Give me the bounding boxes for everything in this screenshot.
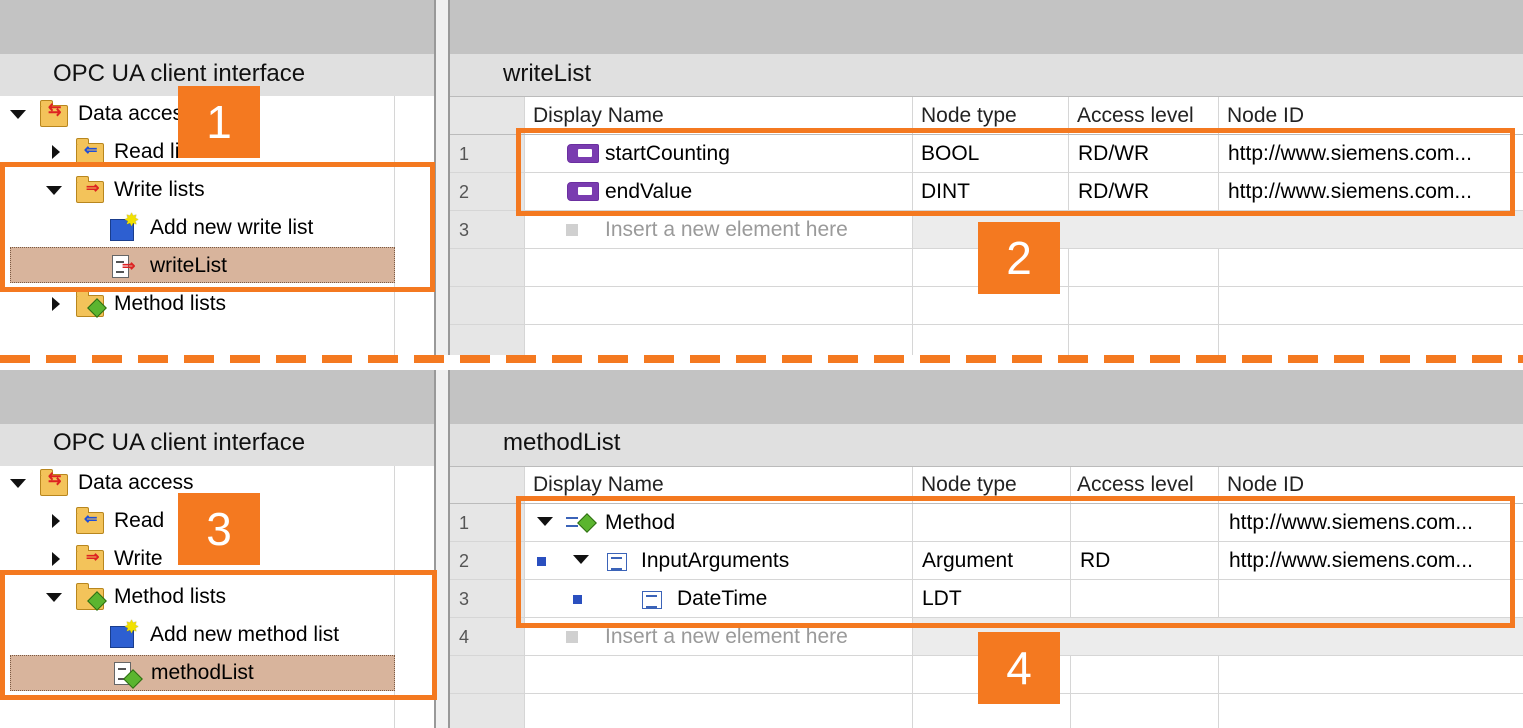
insert-element-placeholder[interactable]: Insert a new element here bbox=[605, 625, 848, 649]
bottom-left-panel-title: OPC UA client interface bbox=[53, 429, 306, 456]
top-right-panel-title: writeList bbox=[503, 60, 592, 87]
column-header-node-id[interactable]: Node ID bbox=[1227, 473, 1304, 497]
column-header-display-name[interactable]: Display Name bbox=[533, 104, 664, 128]
tree-item-label: Data access bbox=[78, 471, 194, 494]
row-number: 4 bbox=[459, 627, 470, 647]
column-header-node-type[interactable]: Node type bbox=[921, 473, 1017, 497]
row-number: 2 bbox=[459, 182, 470, 202]
bottom-right-panel-title: methodList bbox=[503, 429, 621, 456]
bottom-right-toolbar bbox=[450, 370, 1523, 424]
tree-item-label: Data access bbox=[78, 102, 194, 125]
column-header-display-name[interactable]: Display Name bbox=[533, 473, 664, 497]
table-header-line bbox=[450, 466, 1523, 467]
insert-element-icon bbox=[566, 224, 578, 236]
insert-element-icon bbox=[566, 631, 578, 643]
row-number: 1 bbox=[459, 513, 470, 533]
highlight-box-1 bbox=[0, 162, 435, 292]
top-right-toolbar bbox=[450, 0, 1523, 54]
highlight-box-3 bbox=[0, 570, 437, 700]
column-header-access-level[interactable]: Access level bbox=[1077, 104, 1194, 128]
highlight-box-2 bbox=[516, 128, 1515, 216]
callout-badge-3: 3 bbox=[178, 493, 260, 565]
row-number: 2 bbox=[459, 551, 470, 571]
tree-item-label: Read bbox=[114, 509, 165, 532]
top-left-toolbar bbox=[0, 0, 434, 54]
top-splitter[interactable] bbox=[434, 0, 450, 355]
row-number: 1 bbox=[459, 144, 470, 164]
callout-badge-4: 4 bbox=[978, 632, 1060, 704]
column-header-node-type[interactable]: Node type bbox=[921, 104, 1017, 128]
insert-element-placeholder[interactable]: Insert a new element here bbox=[605, 218, 848, 242]
data-access-arrows-icon: ⇆ bbox=[48, 471, 62, 488]
bottom-left-toolbar bbox=[0, 370, 434, 424]
column-header-node-id[interactable]: Node ID bbox=[1227, 104, 1304, 128]
write-arrow-icon: ⇒ bbox=[86, 549, 100, 566]
table-header-line bbox=[450, 96, 1523, 97]
data-access-arrows-icon: ⇆ bbox=[48, 102, 62, 119]
section-divider-dashes bbox=[0, 355, 1523, 363]
expand-arrow-icon[interactable] bbox=[52, 552, 60, 566]
expand-arrow-icon[interactable] bbox=[52, 514, 60, 528]
collapse-arrow-icon[interactable] bbox=[10, 110, 26, 119]
top-right-title-band bbox=[450, 54, 1523, 96]
expand-arrow-icon[interactable] bbox=[52, 297, 60, 311]
callout-badge-2: 2 bbox=[978, 222, 1060, 294]
callout-badge-1: 1 bbox=[178, 86, 260, 158]
read-arrow-icon: ⇐ bbox=[84, 511, 98, 528]
read-arrow-icon: ⇐ bbox=[84, 142, 98, 159]
expand-arrow-icon[interactable] bbox=[52, 145, 60, 159]
row-divider bbox=[450, 324, 1523, 325]
column-header-access-level[interactable]: Access level bbox=[1077, 473, 1194, 497]
row-number: 3 bbox=[459, 589, 470, 609]
collapse-arrow-icon[interactable] bbox=[10, 479, 26, 488]
row-number: 3 bbox=[459, 220, 470, 240]
top-left-panel-title: OPC UA client interface bbox=[53, 60, 306, 87]
highlight-box-4 bbox=[516, 496, 1515, 628]
